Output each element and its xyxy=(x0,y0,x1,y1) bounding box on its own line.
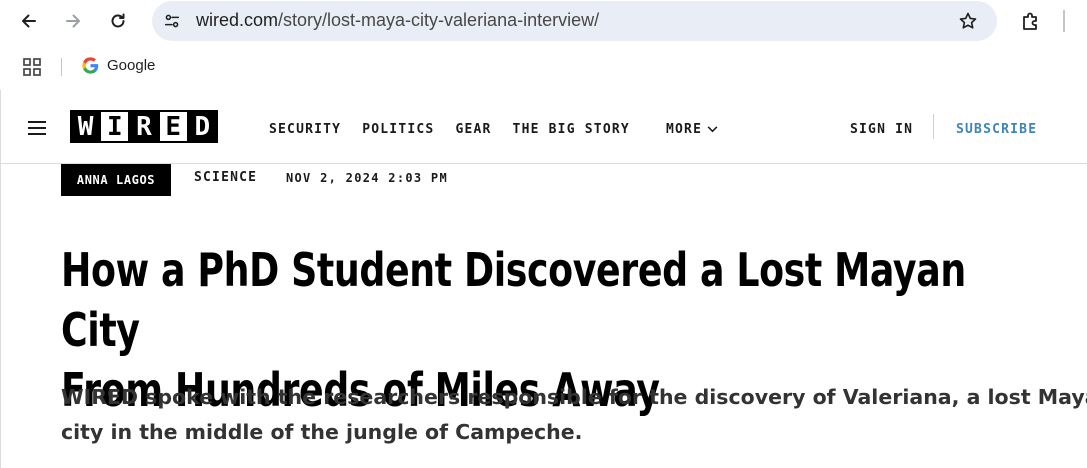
section-tag[interactable]: SCIENCE xyxy=(194,170,257,185)
nav-politics[interactable]: POLITICS xyxy=(362,122,434,137)
publish-date: NOV 2, 2024 2:03 PM xyxy=(286,171,448,185)
nav-more-label: MORE xyxy=(666,122,703,137)
bookmarks-bar: Google xyxy=(0,44,1087,90)
logo-letter: E xyxy=(157,110,189,143)
apps-grid-icon[interactable] xyxy=(22,57,42,77)
nav-more-button[interactable]: MORE xyxy=(666,122,718,137)
reload-icon[interactable] xyxy=(103,6,133,36)
extensions-icon[interactable] xyxy=(1018,8,1044,34)
author-badge[interactable]: ANNA LAGOS xyxy=(61,164,171,196)
bookmark-label: Google xyxy=(107,57,156,74)
site-info-icon[interactable] xyxy=(160,9,184,33)
bookmark-star-icon[interactable] xyxy=(957,10,979,32)
subscribe-link[interactable]: SUBSCRIBE xyxy=(956,122,1037,137)
nav-gear[interactable]: GEAR xyxy=(455,122,491,137)
browser-toolbar: wired.com/story/lost-maya-city-valeriana… xyxy=(0,0,1087,44)
logo-letter: I xyxy=(99,110,131,143)
nav-security[interactable]: SECURITY xyxy=(269,122,341,137)
back-arrow-icon[interactable] xyxy=(14,6,44,36)
headline-line: How a PhD Student Discovered a Lost Maya… xyxy=(61,243,966,357)
logo-letter: W xyxy=(70,110,102,143)
address-bar[interactable]: wired.com/story/lost-maya-city-valeriana… xyxy=(152,1,997,41)
chevron-down-icon xyxy=(707,126,718,133)
url-domain: wired.com xyxy=(196,10,279,30)
bookmark-google[interactable]: Google xyxy=(82,57,155,74)
bookmarks-divider xyxy=(61,58,62,76)
url-path: /story/lost-maya-city-valeriana-intervie… xyxy=(278,10,600,30)
sign-in-link[interactable]: SIGN IN xyxy=(850,122,913,137)
logo-letter: R xyxy=(128,110,160,143)
dek-line: city in the middle of the jungle of Camp… xyxy=(61,420,583,444)
toolbar-edge-divider xyxy=(1063,10,1065,32)
google-icon xyxy=(82,57,99,74)
article-dek: WIRED spoke with the researchers respons… xyxy=(61,380,1087,450)
dek-line: WIRED spoke with the researchers respons… xyxy=(61,385,1087,409)
main-nav: SECURITY POLITICS GEAR THE BIG STORY xyxy=(269,122,651,137)
forward-arrow-icon[interactable] xyxy=(58,6,88,36)
logo-letter: D xyxy=(186,110,218,143)
menu-hamburger-icon[interactable] xyxy=(28,121,46,135)
url-text[interactable]: wired.com/story/lost-maya-city-valeriana… xyxy=(196,10,599,31)
header-divider xyxy=(933,114,934,139)
nav-the-big-story[interactable]: THE BIG STORY xyxy=(513,122,630,137)
wired-logo[interactable]: W I R E D xyxy=(70,110,218,143)
site-header: W I R E D SECURITY POLITICS GEAR THE BIG… xyxy=(1,90,1087,164)
